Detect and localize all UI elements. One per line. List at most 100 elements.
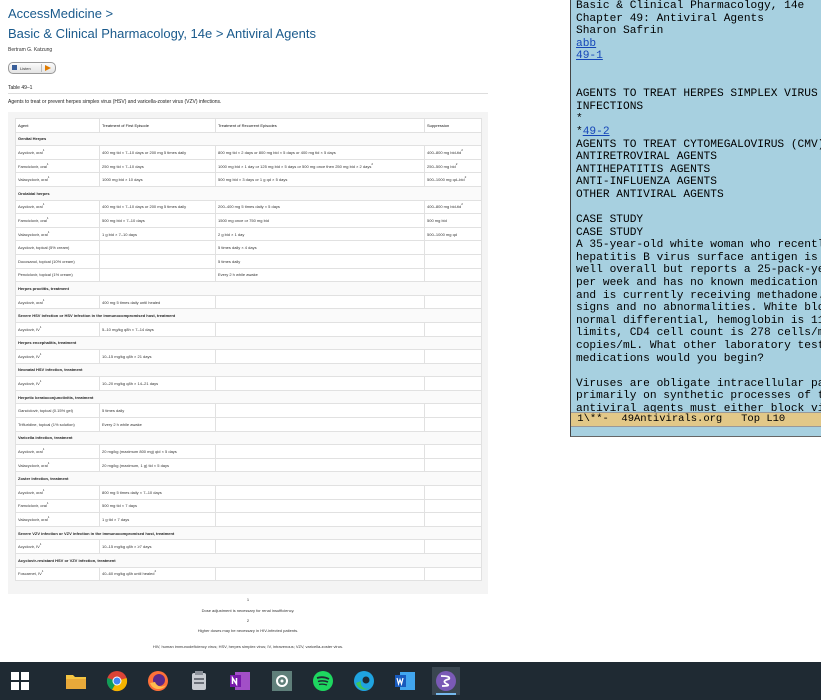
footnote-ref[interactable]: 1 xyxy=(43,488,45,492)
site-brand-link[interactable]: AccessMedicine > xyxy=(8,6,113,21)
table-cell: 500–1000 mg qd xyxy=(424,226,482,242)
table-cell xyxy=(99,267,216,283)
table-cell: Valacyclovir, oral1 xyxy=(15,512,100,527)
buffer-line[interactable]: well overall but reports a 25-pack-ye xyxy=(576,264,821,277)
buffer-line[interactable]: signs and no abnormalities. White blo xyxy=(576,302,821,315)
buffer-text: * xyxy=(576,125,583,138)
footnote-ref[interactable]: 2 xyxy=(371,162,373,166)
buffer-line[interactable]: CASE STUDY xyxy=(576,227,821,240)
emacs-icon[interactable] xyxy=(432,667,460,695)
footnote-ref[interactable]: 1 xyxy=(47,216,49,220)
settings-icon[interactable] xyxy=(268,667,296,695)
cell-text: 1 g tid × 7 days xyxy=(102,517,130,523)
footnote-ref[interactable]: 1 xyxy=(43,298,45,302)
buffer-line[interactable]: normal differential, hemoglobin is 11 xyxy=(576,315,821,328)
org-link[interactable]: abb xyxy=(576,38,596,50)
footnote-ref[interactable]: 1 xyxy=(40,352,42,356)
edge-icon[interactable] xyxy=(350,667,378,695)
cell-text: 250–500 mg bid xyxy=(427,163,456,169)
buffer-line[interactable]: OTHER ANTIVIRAL AGENTS xyxy=(576,189,821,202)
footnote-ref[interactable]: 2 xyxy=(154,569,156,573)
play-icon[interactable] xyxy=(45,65,51,71)
onenote-icon[interactable] xyxy=(226,667,254,695)
cell-text: 10–15 mg/kg q8h × 21 days xyxy=(102,353,152,359)
buffer-line[interactable]: limits, CD4 cell count is 278 cells/m xyxy=(576,327,821,340)
footnote-text: Higher doses may be necessary in HIV-inf… xyxy=(197,628,299,633)
firefox-icon[interactable] xyxy=(144,667,172,695)
app-icon[interactable] xyxy=(185,667,213,695)
buffer-line[interactable]: CASE STUDY xyxy=(576,214,821,227)
table-cell: 5 times daily xyxy=(99,403,216,419)
listen-button[interactable]: Listen xyxy=(8,62,56,74)
buffer-line[interactable] xyxy=(576,202,821,215)
buffer-line[interactable]: hepatitis B virus surface antigen is xyxy=(576,252,821,265)
table-row: Trifluridine, topical (1% solution) Every… xyxy=(15,417,482,432)
table-row: Valacyclovir, oral1 1 g bid × 7–10 days 2 … xyxy=(15,226,482,242)
org-link[interactable]: 49-1 xyxy=(576,50,603,62)
buffer-line[interactable] xyxy=(576,63,821,76)
table-row: Acyclovir, oral1 400 mg tid × 7–10 days o… xyxy=(15,145,482,160)
buffer-line[interactable]: primarily on synthetic processes of t xyxy=(576,390,821,403)
buffer-line[interactable]: A 35-year-old white woman who recentl xyxy=(576,239,821,252)
footnote-ref[interactable]: 2 xyxy=(456,162,458,166)
footnote-ref[interactable]: 1 xyxy=(47,501,49,505)
spotify-icon[interactable] xyxy=(309,667,337,695)
buffer-line[interactable]: INFECTIONS xyxy=(576,101,821,114)
footnote-ref[interactable]: 1 xyxy=(43,447,45,451)
buffer-line[interactable] xyxy=(576,365,821,378)
buffer-line[interactable]: and is currently receiving methadone. xyxy=(576,290,821,303)
footnote-ref[interactable]: 1 xyxy=(48,175,50,179)
column-header: Suppression xyxy=(424,118,482,133)
footnote-ref[interactable]: 2 xyxy=(461,148,463,152)
footnote-ref[interactable]: 2 xyxy=(465,175,467,179)
table-section-row: Orolabial herpes xyxy=(15,185,482,201)
emacs-buffer[interactable]: Basic & Clinical Pharmacology, 14e Chapte… xyxy=(576,0,821,416)
buffer-line[interactable]: *49-2 xyxy=(576,126,821,139)
table-cell xyxy=(215,417,425,432)
buffer-line[interactable]: Chapter 49: Antiviral Agents xyxy=(576,13,821,26)
footnote-ref[interactable]: 1 xyxy=(43,202,45,206)
divider xyxy=(8,93,488,94)
chrome-icon[interactable] xyxy=(103,667,131,695)
footnote-ref[interactable]: 1 xyxy=(40,542,42,546)
table-section-row: Zoster infection, treatment xyxy=(15,471,482,487)
buffer-line[interactable]: 49-1 xyxy=(576,50,821,63)
buffer-line[interactable]: ANTIHEPATITIS AGENTS xyxy=(576,164,821,177)
footnote-ref[interactable]: 2 xyxy=(461,202,463,206)
footnote-ref[interactable]: 1 xyxy=(40,379,42,383)
org-link[interactable]: 49-2 xyxy=(583,126,610,138)
speaker-icon xyxy=(12,65,17,70)
footnote-ref[interactable]: 1 xyxy=(47,162,49,166)
buffer-line[interactable]: ANTI-INFLUENZA AGENTS xyxy=(576,176,821,189)
footnote-ref[interactable]: 1 xyxy=(48,515,50,519)
word-icon[interactable] xyxy=(391,667,419,695)
buffer-line[interactable]: * xyxy=(576,113,821,126)
footnote-ref[interactable]: 1 xyxy=(48,230,50,234)
emacs-window[interactable]: Basic & Clinical Pharmacology, 14e Chapte… xyxy=(570,0,821,437)
buffer-line[interactable]: AGENTS TO TREAT HERPES SIMPLEX VIRUS xyxy=(576,88,821,101)
buffer-line[interactable]: per week and has no known medication xyxy=(576,277,821,290)
buffer-line[interactable]: Basic & Clinical Pharmacology, 14e xyxy=(576,0,821,13)
footnote-ref[interactable]: 1 xyxy=(42,569,44,573)
buffer-line[interactable]: copies/mL. What other laboratory test xyxy=(576,340,821,353)
buffer-line[interactable]: Viruses are obligate intracellular pa xyxy=(576,378,821,391)
buffer-line[interactable]: ANTIRETROVIRAL AGENTS xyxy=(576,151,821,164)
footnote-ref[interactable]: 1 xyxy=(40,325,42,329)
file-explorer-icon[interactable] xyxy=(62,667,90,695)
cell-text: 10–15 mg/kg q8h × ≥7 days xyxy=(102,544,152,550)
buffer-line[interactable]: abb xyxy=(576,38,821,51)
buffer-text: ANTIRETROVIRAL AGENTS xyxy=(576,151,717,164)
table-cell: Acyclovir, oral1 xyxy=(15,294,100,310)
footnote-ref[interactable]: 1 xyxy=(43,148,45,152)
buffer-line[interactable]: medications would you begin? xyxy=(576,353,821,366)
buffer-line[interactable]: AGENTS TO TREAT CYTOMEGALOVIRUS (CMV) xyxy=(576,139,821,152)
table-cell: Every 2 h while awake xyxy=(99,417,216,432)
table-cell: Acyclovir, topical (5% cream) xyxy=(15,240,100,255)
footnote-ref[interactable]: 1 xyxy=(48,461,50,465)
windows-start-icon[interactable] xyxy=(6,667,34,695)
page-title[interactable]: Basic & Clinical Pharmacology, 14e > Ant… xyxy=(8,26,316,41)
buffer-line[interactable] xyxy=(576,76,821,89)
buffer-line[interactable]: Sharon Safrin xyxy=(576,25,821,38)
table-row: Penciclovir, topical (1% cream) Every 2 h… xyxy=(15,267,482,283)
table-cell: 10–20 mg/kg q8h × 14–21 days xyxy=(99,376,216,391)
